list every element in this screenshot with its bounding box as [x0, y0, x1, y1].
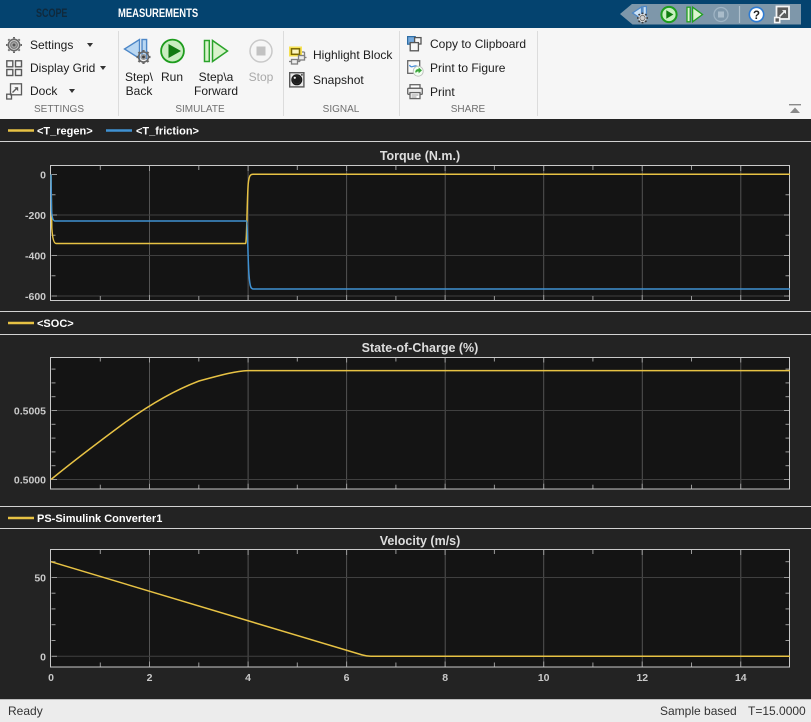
svg-text:14: 14 [735, 672, 747, 684]
svg-text:6: 6 [344, 672, 350, 684]
svg-text:<T_regen>: <T_regen> [37, 126, 93, 138]
svg-text:-600: -600 [25, 291, 46, 303]
svg-text:12: 12 [636, 672, 648, 684]
svg-text:0: 0 [40, 651, 46, 663]
svg-text:-400: -400 [25, 251, 46, 263]
svg-text:PS-Simulink Converter1: PS-Simulink Converter1 [37, 513, 162, 525]
svg-text:2: 2 [147, 672, 153, 684]
svg-text:50: 50 [34, 573, 46, 585]
svg-text:<SOC>: <SOC> [37, 318, 74, 330]
svg-text:<T_friction>: <T_friction> [136, 126, 199, 138]
svg-text:0: 0 [48, 672, 54, 684]
svg-text:8: 8 [442, 672, 448, 684]
svg-text:0: 0 [40, 170, 46, 182]
svg-text:State-of-Charge (%): State-of-Charge (%) [362, 341, 479, 355]
svg-text:0.5000: 0.5000 [14, 475, 46, 487]
svg-text:Torque (N.m.): Torque (N.m.) [380, 149, 460, 163]
svg-text:?: ? [753, 10, 760, 22]
svg-text:0.5005: 0.5005 [14, 406, 46, 418]
svg-text:Velocity (m/s): Velocity (m/s) [380, 534, 461, 548]
svg-text:10: 10 [538, 672, 550, 684]
svg-text:4: 4 [245, 672, 251, 684]
svg-text:-200: -200 [25, 210, 46, 222]
